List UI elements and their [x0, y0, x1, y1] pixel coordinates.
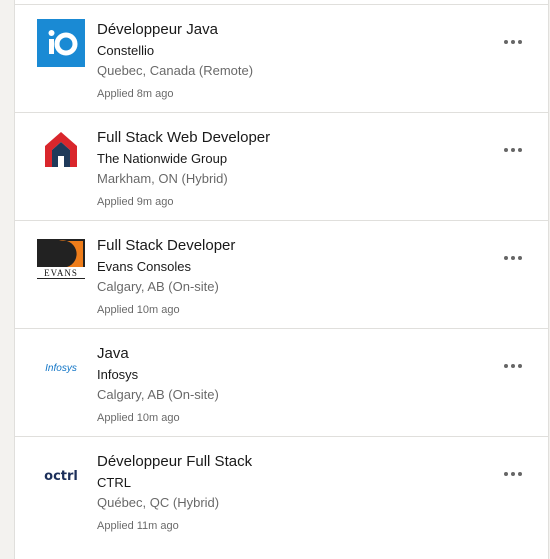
- job-info: Full Stack Web Developer The Nationwide …: [97, 127, 477, 210]
- ellipsis-icon: [504, 256, 522, 260]
- job-title[interactable]: Développeur Java: [97, 19, 477, 41]
- company-name: Evans Consoles: [97, 259, 191, 274]
- job-list-item[interactable]: Full Stack Web Developer The Nationwide …: [15, 113, 548, 221]
- more-options-button[interactable]: [498, 246, 528, 270]
- more-options-button[interactable]: [498, 462, 528, 486]
- svg-text:EVANS: EVANS: [44, 268, 78, 278]
- ellipsis-icon: [504, 364, 522, 368]
- applied-time: Applied 8m ago: [97, 88, 174, 100]
- job-title[interactable]: Java: [97, 343, 477, 365]
- more-options-button[interactable]: [498, 30, 528, 54]
- job-info: Développeur Java Constellio Quebec, Cana…: [97, 19, 477, 102]
- job-title[interactable]: Full Stack Developer: [97, 235, 477, 257]
- applied-time: Applied 10m ago: [97, 304, 180, 316]
- applied-time: Applied 10m ago: [97, 412, 180, 424]
- job-location: Calgary, AB (On-site): [97, 279, 219, 294]
- job-info: Full Stack Developer Evans Consoles Calg…: [97, 235, 477, 318]
- company-name: Infosys: [97, 367, 139, 382]
- evans-logo[interactable]: EVANS: [37, 235, 85, 283]
- nationwide-logo[interactable]: [37, 127, 85, 175]
- company-name: Constellio: [97, 43, 155, 58]
- applied-time: Applied 11m ago: [97, 520, 179, 532]
- company-name: The Nationwide Group: [97, 151, 228, 166]
- applied-time: Applied 9m ago: [97, 196, 174, 208]
- job-list-item[interactable]: Développeur Java Constellio Quebec, Cana…: [15, 5, 548, 113]
- ctrl-logo[interactable]: octrl: [37, 451, 85, 499]
- more-options-button[interactable]: [498, 354, 528, 378]
- svg-text:Infosys: Infosys: [45, 363, 77, 374]
- constellio-logo[interactable]: [37, 19, 85, 67]
- ellipsis-icon: [504, 148, 522, 152]
- job-title[interactable]: Full Stack Web Developer: [97, 127, 477, 149]
- applied-jobs-panel: Développeur Java Constellio Quebec, Cana…: [14, 0, 549, 559]
- job-location: Quebec, Canada (Remote): [97, 63, 254, 78]
- more-options-button[interactable]: [498, 138, 528, 162]
- ellipsis-icon: [504, 472, 522, 476]
- svg-text:octrl: octrl: [44, 469, 78, 484]
- infosys-logo[interactable]: Infosys: [37, 343, 85, 391]
- job-location: Québec, QC (Hybrid): [97, 495, 220, 510]
- job-info: Développeur Full Stack CTRL Québec, QC (…: [97, 451, 477, 534]
- job-list-item[interactable]: octrl Développeur Full Stack CTRL Québec…: [15, 437, 548, 545]
- job-list-item[interactable]: Infosys Java Infosys Calgary, AB (On-sit…: [15, 329, 548, 437]
- job-list-item[interactable]: EVANS Full Stack Developer Evans Console…: [15, 221, 548, 329]
- company-name: CTRL: [97, 475, 131, 490]
- job-location: Calgary, AB (On-site): [97, 387, 219, 402]
- job-location: Markham, ON (Hybrid): [97, 171, 228, 186]
- job-title[interactable]: Développeur Full Stack: [97, 451, 477, 473]
- ellipsis-icon: [504, 40, 522, 44]
- job-info: Java Infosys Calgary, AB (On-site) Appli…: [97, 343, 477, 426]
